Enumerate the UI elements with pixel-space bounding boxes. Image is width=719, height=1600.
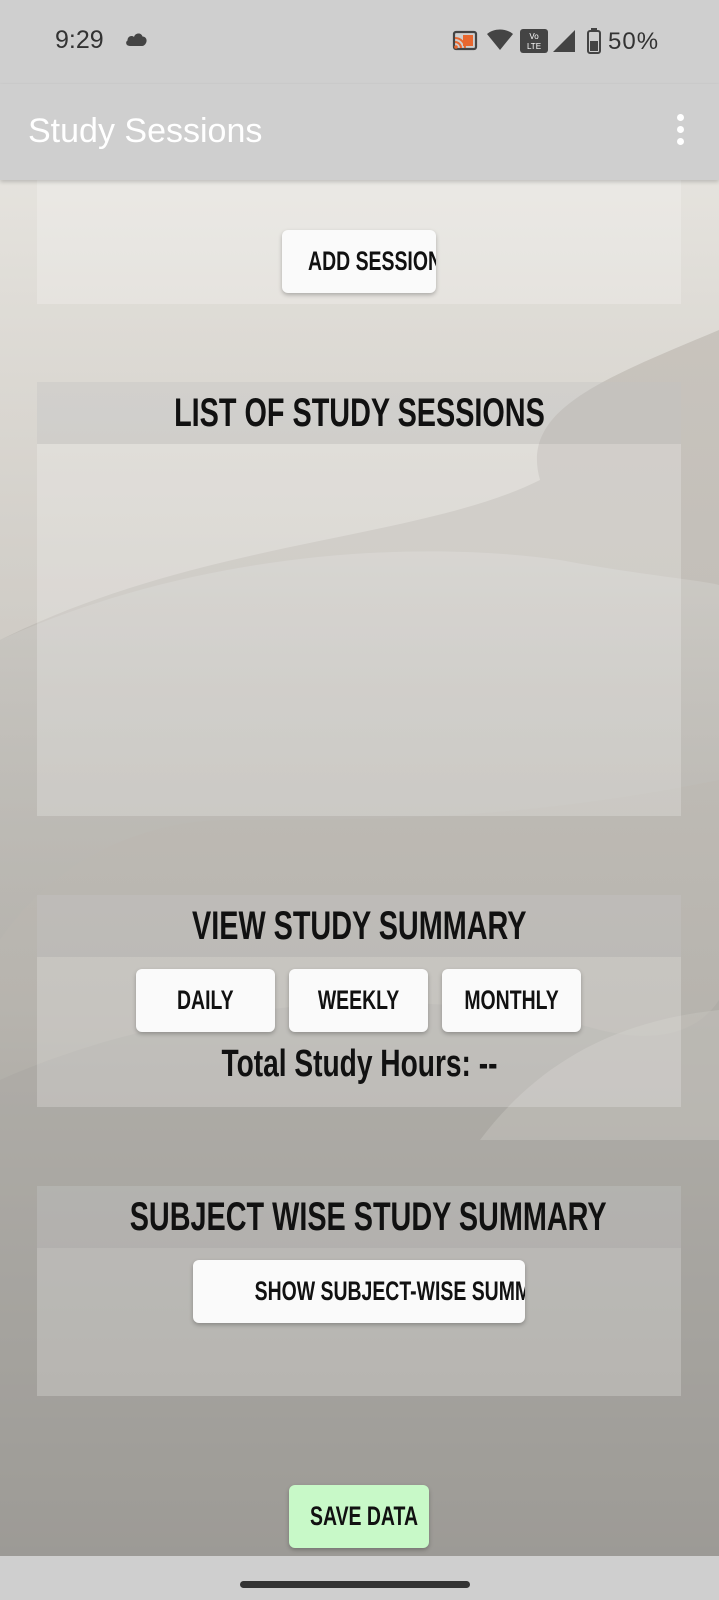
status-time: 9:29 xyxy=(55,26,104,54)
study-summary-header: VIEW STUDY SUMMARY xyxy=(37,895,681,957)
cloud-icon xyxy=(124,31,148,52)
wifi-icon xyxy=(486,29,514,56)
study-summary-panel: VIEW STUDY SUMMARY DAILY WEEKLY MONTHLY … xyxy=(37,895,681,1107)
add-session-button[interactable]: ADD SESSION xyxy=(282,230,436,293)
signal-icon xyxy=(552,29,576,58)
total-study-hours: Total Study Hours: -- xyxy=(221,1043,497,1085)
study-summary-title: VIEW STUDY SUMMARY xyxy=(191,904,527,948)
gesture-handle[interactable] xyxy=(240,1581,470,1588)
save-data-button[interactable]: SAVE DATA xyxy=(289,1485,429,1548)
app-title: Study Sessions xyxy=(28,112,263,150)
svg-text:Vo: Vo xyxy=(529,32,539,41)
volte-icon: Vo LTE xyxy=(520,29,548,58)
monthly-button[interactable]: MONTHLY xyxy=(442,969,581,1032)
app-bar: Study Sessions xyxy=(0,84,719,180)
cast-icon xyxy=(452,30,478,57)
study-sessions-list-header: LIST OF STUDY SESSIONS xyxy=(37,382,681,444)
show-subject-summary-button[interactable]: SHOW SUBJECT-WISE SUMMARY xyxy=(193,1260,525,1323)
navigation-bar xyxy=(0,1556,719,1600)
add-session-panel: ADD SESSION xyxy=(37,180,681,304)
subject-summary-panel: SUBJECT WISE STUDY SUMMARY SHOW SUBJECT-… xyxy=(37,1186,681,1396)
status-bar: 9:29 Vo LTE 50% xyxy=(0,0,719,84)
weekly-button[interactable]: WEEKLY xyxy=(289,969,428,1032)
study-sessions-list-title: LIST OF STUDY SESSIONS xyxy=(173,391,545,435)
overflow-menu-icon[interactable] xyxy=(670,114,690,150)
study-sessions-list-panel: LIST OF STUDY SESSIONS xyxy=(37,382,681,816)
battery-icon xyxy=(587,28,601,59)
svg-text:LTE: LTE xyxy=(527,42,541,51)
subject-summary-title: SUBJECT WISE STUDY SUMMARY xyxy=(129,1195,607,1239)
battery-percent: 50% xyxy=(608,28,660,55)
daily-button[interactable]: DAILY xyxy=(136,969,275,1032)
subject-summary-header: SUBJECT WISE STUDY SUMMARY xyxy=(37,1186,681,1248)
